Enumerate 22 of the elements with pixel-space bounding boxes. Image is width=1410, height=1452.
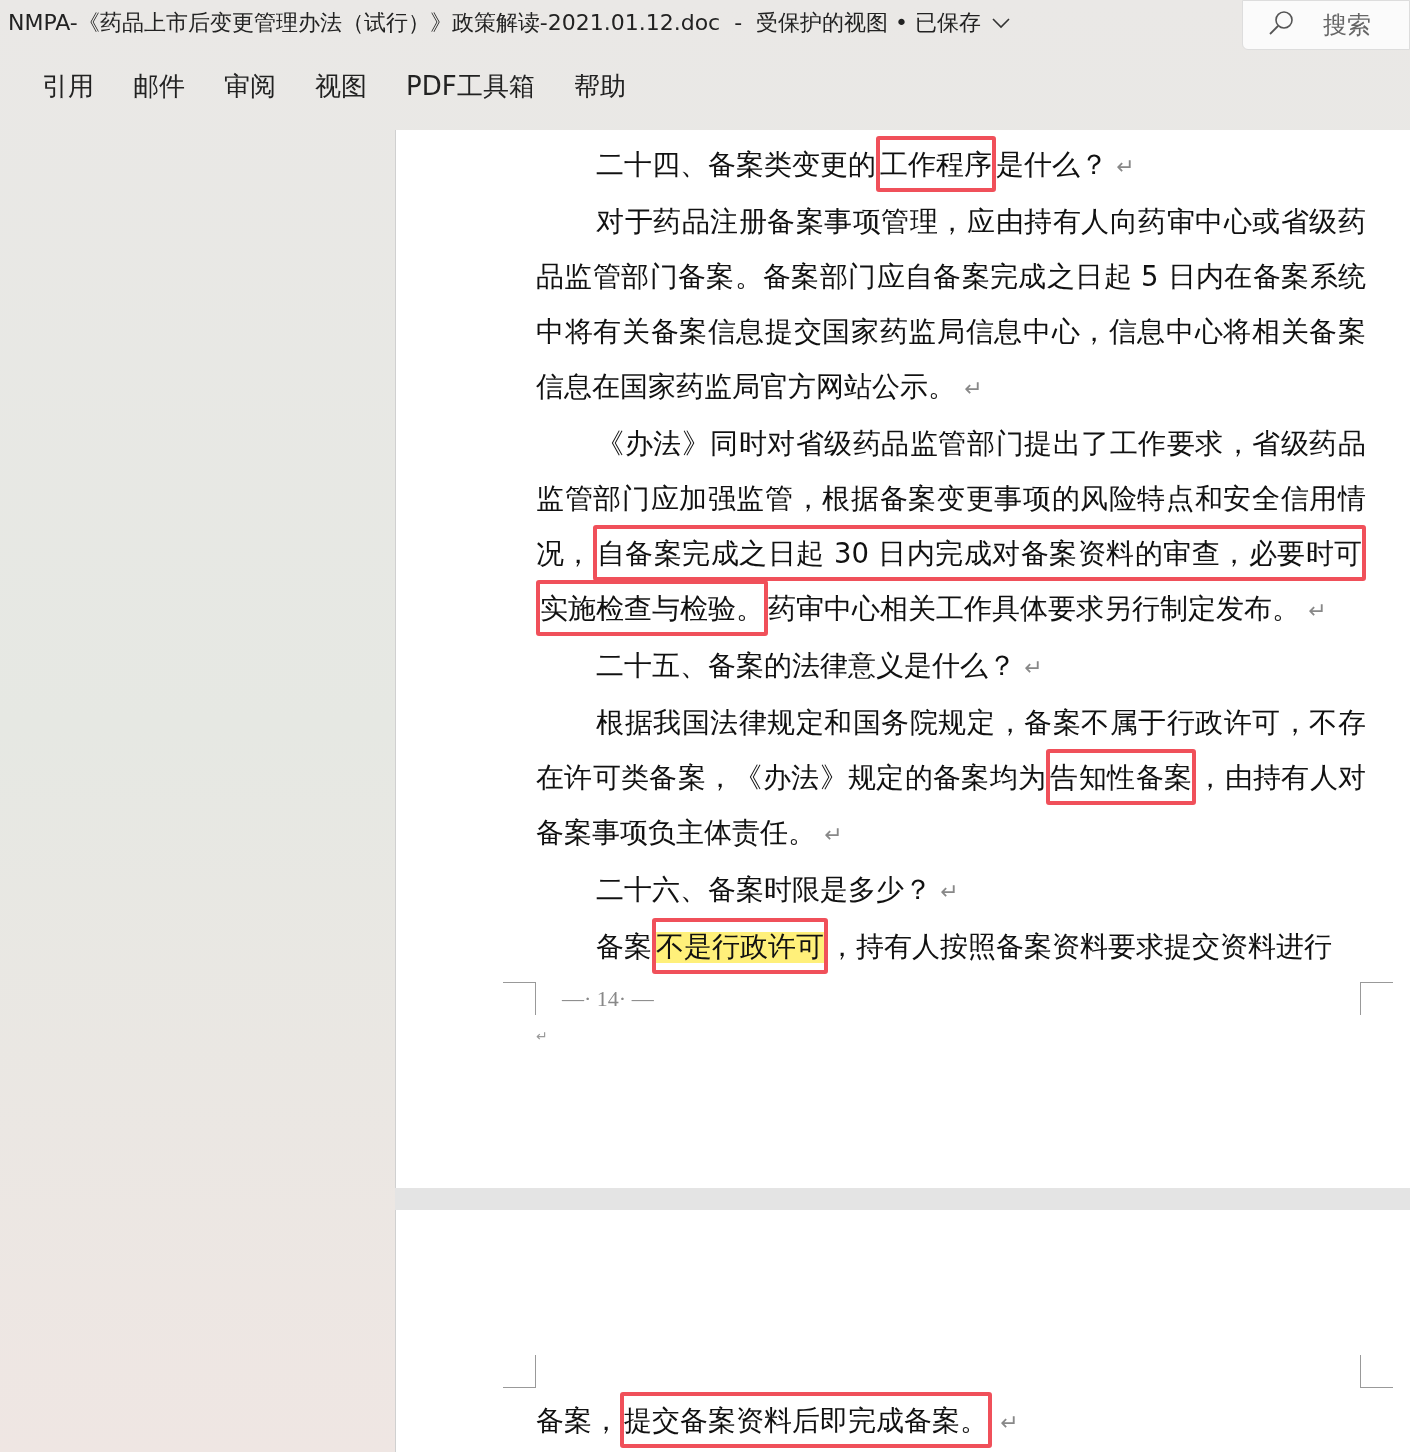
ribbon-tab[interactable]: PDF工具箱 <box>406 64 535 111</box>
paragraph-text: 备案 不是行政许可，持有人按照备案资料要求提交资料进行 <box>536 919 1366 974</box>
search-field[interactable]: 搜索 <box>1242 0 1410 50</box>
corner-mark <box>1360 1355 1393 1388</box>
corner-mark <box>503 982 536 1015</box>
ribbon-tab[interactable]: 帮助 <box>573 64 626 111</box>
paragraph-text: 备案，提交备案资料后即完成备案。 ↵ <box>536 1393 1366 1450</box>
paragraph-text: 根据我国法律规定和国务院规定，备案不属于行政许可，不存在许可类备案，《办法》规定的备案均为 告知性备案，由持有人对备案事项负主体责任。 ↵ <box>536 705 1366 850</box>
chevron-down-icon[interactable] <box>991 16 1012 29</box>
paragraph-mark: ↵ <box>536 1028 549 1044</box>
ribbon-tab[interactable]: 视图 <box>315 64 367 111</box>
window-title: NMPA-《药品上市后变更管理办法（试行）》政策解读-2021.01.12.doc - 受保护的视图 • 已保存 <box>7 8 982 37</box>
paragraph-text: 二十四、备案类变更的 工作程序 是什么？ ↵ <box>536 137 1366 194</box>
corner-mark <box>1360 982 1393 1015</box>
ribbon-tab[interactable]: 引用 <box>42 64 94 111</box>
page-number: —· 14· — <box>562 986 654 1012</box>
corner-mark <box>503 1355 536 1388</box>
paragraph-text: 对于药品注册备案事项管理，应由持有人向药审中心或省级药品监管部门备案。备案部门应自备案完成之日起 5 日内在备案系统中将有关备案信息提交国家药监局信息中心，信息中心将相关备案信息在国家药监局官方网站公示。 ↵ <box>536 204 1366 404</box>
ribbon-tab[interactable]: 邮件 <box>133 64 185 111</box>
paragraph-text: 二十五、备案的法律意义是什么？ ↵ <box>595 648 1044 683</box>
paragraph-text: 二十六、备案时限是多少？ ↵ <box>595 872 960 907</box>
ribbon-tab[interactable]: 审阅 <box>224 64 276 111</box>
